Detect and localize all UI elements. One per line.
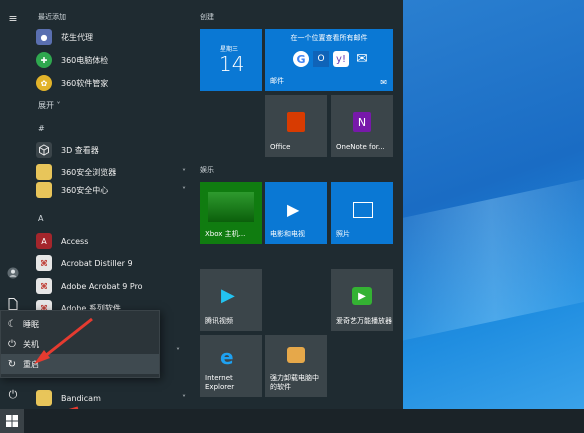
xbox-label: Xbox 主机... <box>205 230 246 238</box>
list-item[interactable]: 3D 查看器 <box>36 140 186 160</box>
mail-badge-icon: ✉ <box>380 78 387 87</box>
restart-icon: ↻ <box>7 358 17 370</box>
uninstall-tile[interactable]: 强力卸载电脑中的软件 <box>265 335 327 397</box>
chevron-down-icon[interactable]: ˅ <box>176 347 180 356</box>
section-letter-a[interactable]: A <box>38 214 43 223</box>
photos-icon <box>353 202 373 218</box>
list-item[interactable]: A Access <box>36 231 186 251</box>
list-item[interactable]: 360安全中心 ˅ <box>36 180 186 200</box>
folder-icon <box>36 182 52 198</box>
restart-label: 重启 <box>23 359 39 369</box>
office-label: Office <box>270 143 291 151</box>
power-options-menu: ☾ 睡眠 ⏻ 关机 ↻ 重启 <box>0 310 160 378</box>
recent-header: 最近添加 <box>38 13 66 21</box>
xbox-tile[interactable]: Xbox 主机... <box>200 182 262 244</box>
tencent-video-tile[interactable]: ▶ 腾讯视频 <box>200 269 262 331</box>
app-label: Access <box>61 236 89 246</box>
sleep-icon: ☾ <box>7 318 17 330</box>
list-item[interactable]: ✿ 360软件管家 <box>36 73 186 93</box>
onenote-label: OneNote for... <box>336 143 385 151</box>
tiles-area: 创建 星期三 14 在一个位置查看所有邮件 G O y! ✉ 邮件 ✉ Offi… <box>195 0 403 409</box>
app-label: 360电脑体检 <box>61 55 109 65</box>
expand-label: 展开 <box>38 101 54 110</box>
peanut-proxy-icon: ● <box>36 29 52 45</box>
chevron-down-icon: ˅ <box>56 101 61 110</box>
power-icon[interactable]: ⏻ <box>6 388 20 402</box>
chevron-down-icon: ˅ <box>182 186 186 195</box>
list-item[interactable]: ✚ 360电脑体检 <box>36 50 186 70</box>
app-label: Bandicam <box>61 393 101 403</box>
app-label: Acrobat Distiller 9 <box>61 258 133 268</box>
movies-tv-tile[interactable]: ▶ 电影和电视 <box>265 182 327 244</box>
ie-label: Internet Explorer <box>205 374 235 391</box>
list-item[interactable]: Bandicam ˅ <box>36 388 186 408</box>
list-item[interactable]: 360安全浏览器 ˅ <box>36 162 186 182</box>
office-tile[interactable]: Office <box>265 95 327 157</box>
app-label: 360软件管家 <box>61 78 109 88</box>
360-software-icon: ✿ <box>36 75 52 91</box>
yahoo-icon: y! <box>333 51 349 67</box>
tencent-video-icon: ▶ <box>221 285 235 306</box>
menu-item-shutdown[interactable]: ⏻ 关机 <box>1 334 159 354</box>
3d-viewer-icon <box>36 142 52 158</box>
app-label: 花生代理 <box>61 32 93 42</box>
access-icon: A <box>36 233 52 249</box>
uninstall-label: 强力卸载电脑中的软件 <box>270 374 319 391</box>
app-label: 360安全浏览器 <box>61 167 117 177</box>
sleep-label: 睡眠 <box>23 319 39 329</box>
google-icon: G <box>293 51 309 67</box>
section-letter-hash[interactable]: # <box>38 124 45 133</box>
onenote-tile[interactable]: N OneNote for... <box>331 95 393 157</box>
start-button[interactable] <box>0 409 24 433</box>
list-item[interactable]: ● 花生代理 <box>36 27 186 47</box>
iqiyi-icon: ▶ <box>352 287 372 305</box>
mail-header: 在一个位置查看所有邮件 <box>290 34 368 42</box>
iqiyi-tile[interactable]: ▶ 爱奇艺万能播放器 <box>331 269 393 331</box>
iqiyi-label: 爱奇艺万能播放器 <box>336 317 392 325</box>
start-menu: ≡ ⏻ 最近添加 ● 花生代理 ✚ 360电脑体检 ✿ 360软件管家 展开 ˅… <box>0 0 403 409</box>
outlook-icon: O <box>313 51 329 67</box>
app-label: 360安全中心 <box>61 185 109 195</box>
tencent-video-label: 腾讯视频 <box>205 317 233 325</box>
xbox-artwork <box>208 192 254 222</box>
ie-tile[interactable]: e Internet Explorer <box>200 335 262 397</box>
hamburger-menu-icon[interactable]: ≡ <box>6 11 20 25</box>
chevron-down-icon: ˅ <box>182 168 186 177</box>
expand-toggle[interactable]: 展开 ˅ <box>38 100 61 111</box>
menu-item-sleep[interactable]: ☾ 睡眠 <box>1 314 159 334</box>
power-icon: ⏻ <box>8 338 16 350</box>
film-icon: ▶ <box>287 200 300 219</box>
list-item[interactable]: ⌘ Acrobat Distiller 9 <box>36 253 186 273</box>
acrobat-distiller-icon: ⌘ <box>36 255 52 271</box>
internet-explorer-icon: e <box>220 345 234 369</box>
folder-icon <box>36 390 52 406</box>
acrobat-pro-icon: ⌘ <box>36 278 52 294</box>
folder-icon <box>36 164 52 180</box>
taskbar <box>0 409 584 433</box>
document-icon[interactable] <box>6 297 20 311</box>
chevron-down-icon: ˅ <box>182 394 186 403</box>
onenote-icon: N <box>353 112 371 132</box>
menu-item-restart[interactable]: ↻ 重启 <box>1 354 159 374</box>
windows-logo-icon <box>6 415 18 427</box>
movies-tv-label: 电影和电视 <box>270 230 305 238</box>
photos-label: 照片 <box>336 230 350 238</box>
group-title-entertainment: 娱乐 <box>200 166 214 174</box>
user-avatar-icon[interactable] <box>6 266 20 280</box>
360-checkup-icon: ✚ <box>36 52 52 68</box>
mail-label: 邮件 <box>270 77 284 85</box>
list-item[interactable]: ⌘ Adobe Acrobat 9 Pro <box>36 276 186 296</box>
calendar-tile[interactable]: 星期三 14 <box>200 29 262 91</box>
group-title-create: 创建 <box>200 13 214 21</box>
mail-envelope-icon: ✉ <box>356 51 368 67</box>
photos-tile[interactable]: 照片 <box>331 182 393 244</box>
calendar-date: 14 <box>219 52 245 76</box>
desktop-wallpaper <box>353 0 584 409</box>
app-label: 3D 查看器 <box>61 145 99 155</box>
uninstall-icon <box>287 347 305 363</box>
mail-tile[interactable]: 在一个位置查看所有邮件 G O y! ✉ 邮件 ✉ <box>265 29 393 91</box>
app-label: Adobe Acrobat 9 Pro <box>61 281 143 291</box>
shutdown-label: 关机 <box>23 339 39 349</box>
office-icon <box>287 112 305 132</box>
